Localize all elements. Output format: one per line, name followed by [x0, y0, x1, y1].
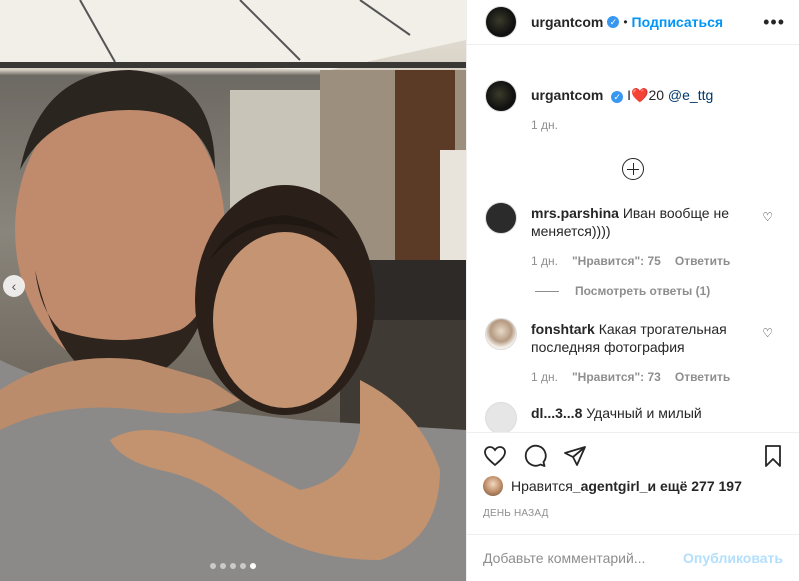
comment-username[interactable]: fonshtark [531, 321, 595, 337]
load-more-comments-icon[interactable] [622, 158, 644, 180]
comments-list[interactable]: urgantcom ✓ I❤️20 @e_ttg 1 дн. mrs.parsh… [467, 72, 799, 432]
photo-illustration [0, 0, 466, 581]
caption-text: urgantcom ✓ I❤️20 @e_ttg [531, 72, 713, 112]
comment-username[interactable]: dl...3...8 [531, 405, 582, 421]
verified-badge-icon: ✓ [607, 16, 620, 28]
comment-likes[interactable]: "Нравится": 75 [572, 254, 661, 268]
avatar [483, 476, 503, 496]
verified-badge-icon: ✓ [611, 91, 624, 103]
list-item: fonshtark Какая трогательная последняя ф… [467, 318, 799, 356]
caption-mid: 20 [648, 87, 668, 103]
view-replies-label: Посмотреть ответы (1) [575, 284, 711, 298]
reply-button[interactable]: Ответить [675, 254, 730, 268]
view-replies-button[interactable]: Посмотреть ответы (1) [535, 284, 799, 298]
likes-user-link[interactable]: _agentgirl_ [573, 478, 648, 494]
post-header: urgantcom ✓ • Подписаться ••• [467, 0, 799, 45]
post-photo[interactable]: ‹ [0, 0, 466, 581]
replies-divider [535, 290, 559, 292]
comment-input[interactable] [483, 550, 684, 566]
carousel-dot-active [250, 563, 256, 569]
username-link[interactable]: urgantcom [531, 14, 603, 30]
caption-time[interactable]: 1 дн. [531, 118, 799, 132]
separator-dot: • [623, 15, 628, 29]
comment-body: Удачный и милый [586, 405, 702, 421]
caption-username[interactable]: urgantcom [531, 87, 603, 103]
comment-text: mrs.parshina Иван вообще не меняется)))) [531, 202, 751, 240]
comment-text: dl...3...8 Удачный и милый [531, 402, 751, 432]
list-item: mrs.parshina Иван вообще не меняется))))… [467, 202, 799, 240]
bookmark-icon[interactable] [761, 444, 785, 468]
carousel-dot [210, 563, 216, 569]
avatar[interactable] [485, 202, 517, 234]
comment-text: fonshtark Какая трогательная последняя ф… [531, 318, 751, 356]
post-comment-button[interactable]: Опубликовать [683, 550, 783, 566]
carousel-dot [230, 563, 236, 569]
comment-like-heart-icon[interactable]: ♡ [762, 210, 773, 224]
comment-likes[interactable]: "Нравится": 73 [572, 370, 661, 384]
avatar[interactable] [485, 318, 517, 350]
reply-button[interactable]: Ответить [675, 370, 730, 384]
list-item: dl...3...8 Удачный и милый [467, 402, 799, 432]
carousel-dot [220, 563, 226, 569]
mention-link[interactable]: @e_ttg [668, 87, 713, 103]
comment-username[interactable]: mrs.parshina [531, 205, 619, 221]
comment-meta: 1 дн. "Нравится": 73 Ответить [531, 370, 799, 384]
carousel-dot [240, 563, 246, 569]
likes-count[interactable]: и ещё 277 197 [647, 478, 741, 494]
avatar[interactable] [485, 80, 517, 112]
comment-time[interactable]: 1 дн. [531, 370, 558, 384]
heart-emoji-icon: ❤️ [631, 87, 649, 103]
more-options-icon[interactable]: ••• [763, 12, 785, 33]
comment-icon[interactable] [523, 444, 547, 468]
avatar[interactable] [485, 6, 517, 38]
carousel-dots [0, 563, 466, 569]
post-date[interactable]: ДЕНЬ НАЗАД [483, 508, 549, 519]
follow-button[interactable]: Подписаться [632, 14, 724, 30]
share-icon[interactable] [563, 444, 587, 468]
comment-time[interactable]: 1 дн. [531, 254, 558, 268]
previous-image-button[interactable]: ‹ [3, 275, 25, 297]
add-comment-bar: Опубликовать [467, 534, 799, 581]
avatar[interactable] [485, 402, 517, 432]
comment-meta: 1 дн. "Нравится": 75 Ответить [531, 254, 799, 268]
likes-summary[interactable]: Нравится _agentgirl_ и ещё 277 197 [483, 476, 742, 496]
caption: urgantcom ✓ I❤️20 @e_ttg [467, 72, 799, 112]
action-bar [467, 432, 799, 472]
likes-prefix: Нравится [511, 478, 573, 494]
heart-icon[interactable] [483, 444, 507, 468]
comment-like-heart-icon[interactable]: ♡ [762, 326, 773, 340]
post-side-panel: urgantcom ✓ • Подписаться ••• urgantcom … [466, 0, 799, 581]
